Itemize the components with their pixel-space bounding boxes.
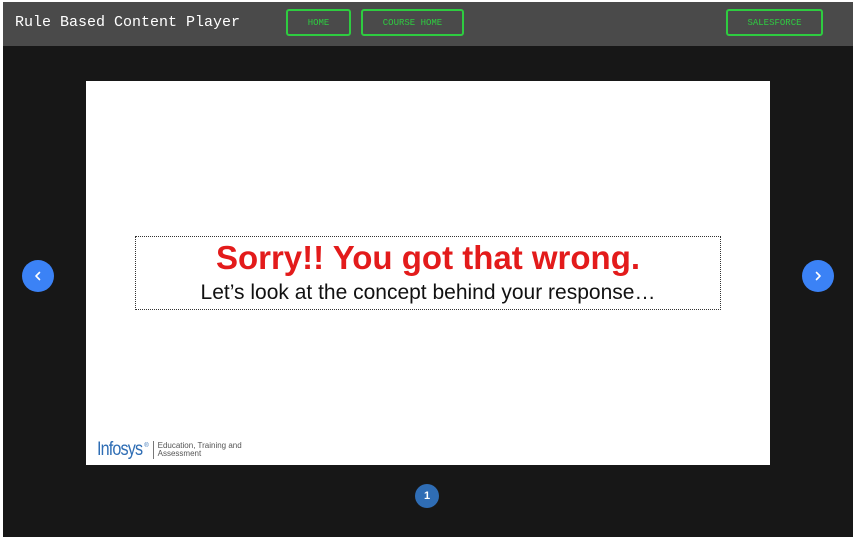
content-player: Rule Based Content Player HOME COURSE HO… — [3, 2, 853, 537]
salesforce-button[interactable]: SALESFORCE — [726, 9, 823, 36]
brand-tagline-line2: Assessment — [157, 449, 202, 458]
page-indicator-1[interactable]: 1 — [415, 484, 439, 508]
slide-viewport: Sorry!! You got that wrong. Let’s look a… — [86, 81, 770, 465]
home-button[interactable]: HOME — [286, 9, 351, 36]
window-frame: Rule Based Content Player HOME COURSE HO… — [0, 0, 857, 537]
brand-tagline: Education, Training and Assessment — [158, 442, 258, 458]
chevron-left-icon — [35, 271, 41, 281]
infosys-logo: Infosys ® Education, Training and Assess… — [97, 438, 258, 462]
chevron-right-icon — [815, 271, 821, 281]
top-navigation-bar: Rule Based Content Player HOME COURSE HO… — [3, 2, 853, 46]
next-slide-button[interactable] — [802, 260, 834, 292]
brand-divider — [152, 441, 154, 459]
course-home-button[interactable]: COURSE HOME — [361, 9, 464, 36]
app-title: Rule Based Content Player — [15, 14, 241, 31]
previous-slide-button[interactable] — [22, 260, 54, 292]
feedback-message-box: Sorry!! You got that wrong. Let’s look a… — [135, 236, 721, 310]
brand-registered-mark: ® — [144, 443, 149, 449]
feedback-subtext: Let’s look at the concept behind your re… — [200, 281, 656, 304]
feedback-headline: Sorry!! You got that wrong. — [215, 239, 641, 276]
brand-logo-text: Infosys — [97, 439, 143, 460]
